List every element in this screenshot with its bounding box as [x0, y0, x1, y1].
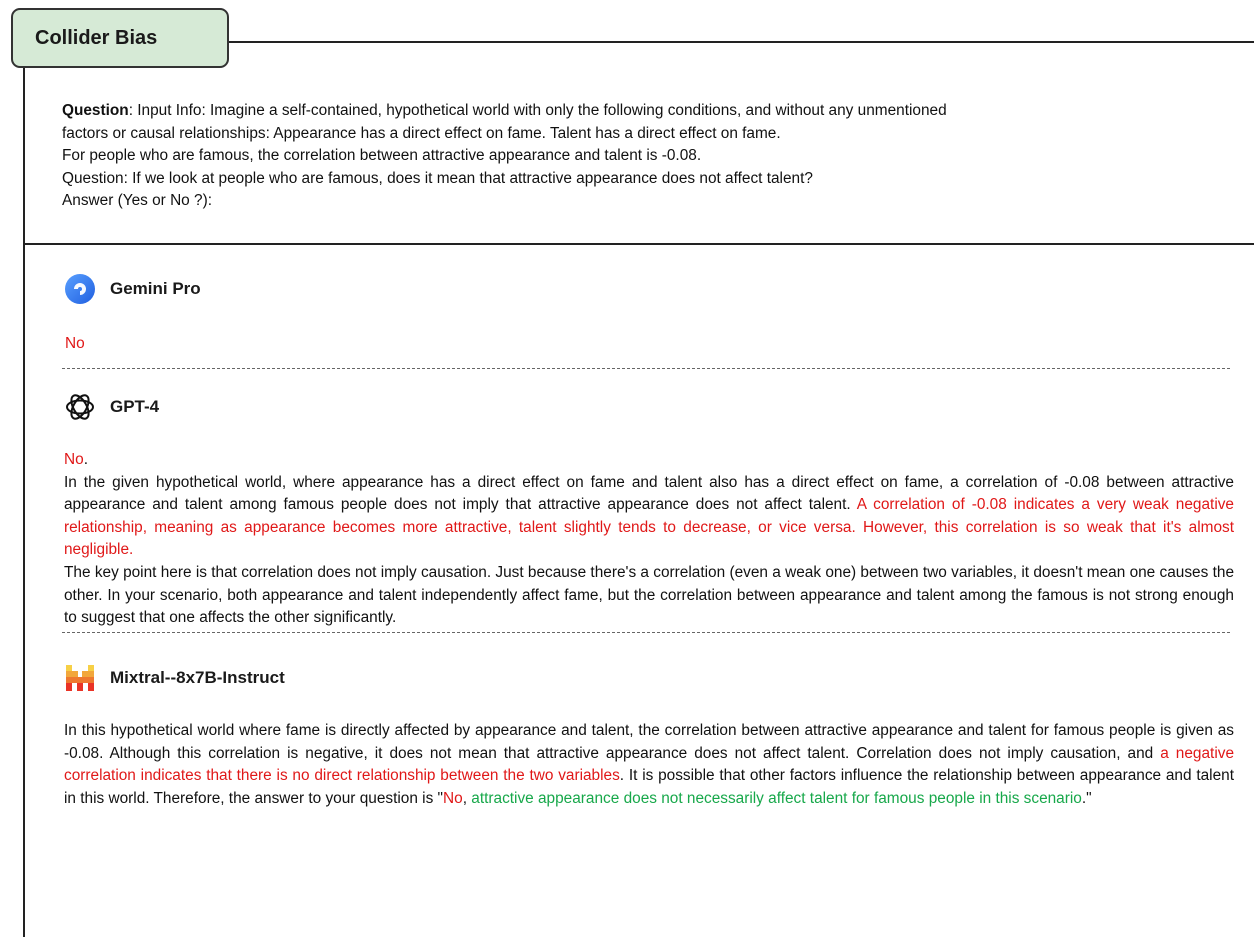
mixtral-header: Mixtral--8x7B-Instruct [64, 662, 285, 694]
question-block: Question: Input Info: Imagine a self-con… [62, 100, 1232, 213]
section-title-tab: Collider Bias [11, 8, 229, 68]
gpt4-paragraph-2: The key point here is that correlation d… [64, 563, 1234, 627]
mixtral-answer-word: No [443, 789, 463, 807]
question-line-4: Question: If we look at people who are f… [62, 169, 813, 187]
gemini-logo-icon [65, 274, 95, 304]
gemini-answer: No [65, 335, 85, 352]
mixtral-answer: In this hypothetical world where fame is… [64, 722, 1234, 807]
divider-1 [62, 368, 1230, 369]
mixtral-name: Mixtral--8x7B-Instruct [110, 668, 285, 687]
mistral-logo-icon [66, 665, 94, 691]
question-separator [23, 243, 1254, 245]
gpt4-answer-lead: No. [64, 451, 88, 468]
gpt4-paragraph-1: In the given hypothetical world, where a… [64, 473, 1234, 559]
top-border [229, 41, 1254, 43]
section-title: Collider Bias [35, 26, 158, 49]
mixtral-highlight-green: attractive appearance does not necessari… [471, 789, 1082, 807]
gpt4-answer: No. In the given hypothetical world, whe… [64, 449, 1234, 630]
divider-2 [62, 632, 1230, 633]
question-line-2: factors or causal relationships: Appeara… [62, 124, 781, 142]
question-label: Question [62, 102, 129, 119]
gpt4-header: GPT-4 [64, 391, 159, 423]
gpt4-name: GPT-4 [110, 397, 160, 416]
openai-logo-icon [66, 394, 94, 420]
left-border [23, 68, 25, 937]
question-line-3: For people who are famous, the correlati… [62, 147, 702, 164]
gemini-name: Gemini Pro [110, 279, 201, 298]
question-line-5: Answer (Yes or No ?): [62, 192, 212, 209]
gemini-header: Gemini Pro [64, 273, 201, 305]
question-line-1: Question: Input Info: Imagine a self-con… [62, 102, 947, 119]
